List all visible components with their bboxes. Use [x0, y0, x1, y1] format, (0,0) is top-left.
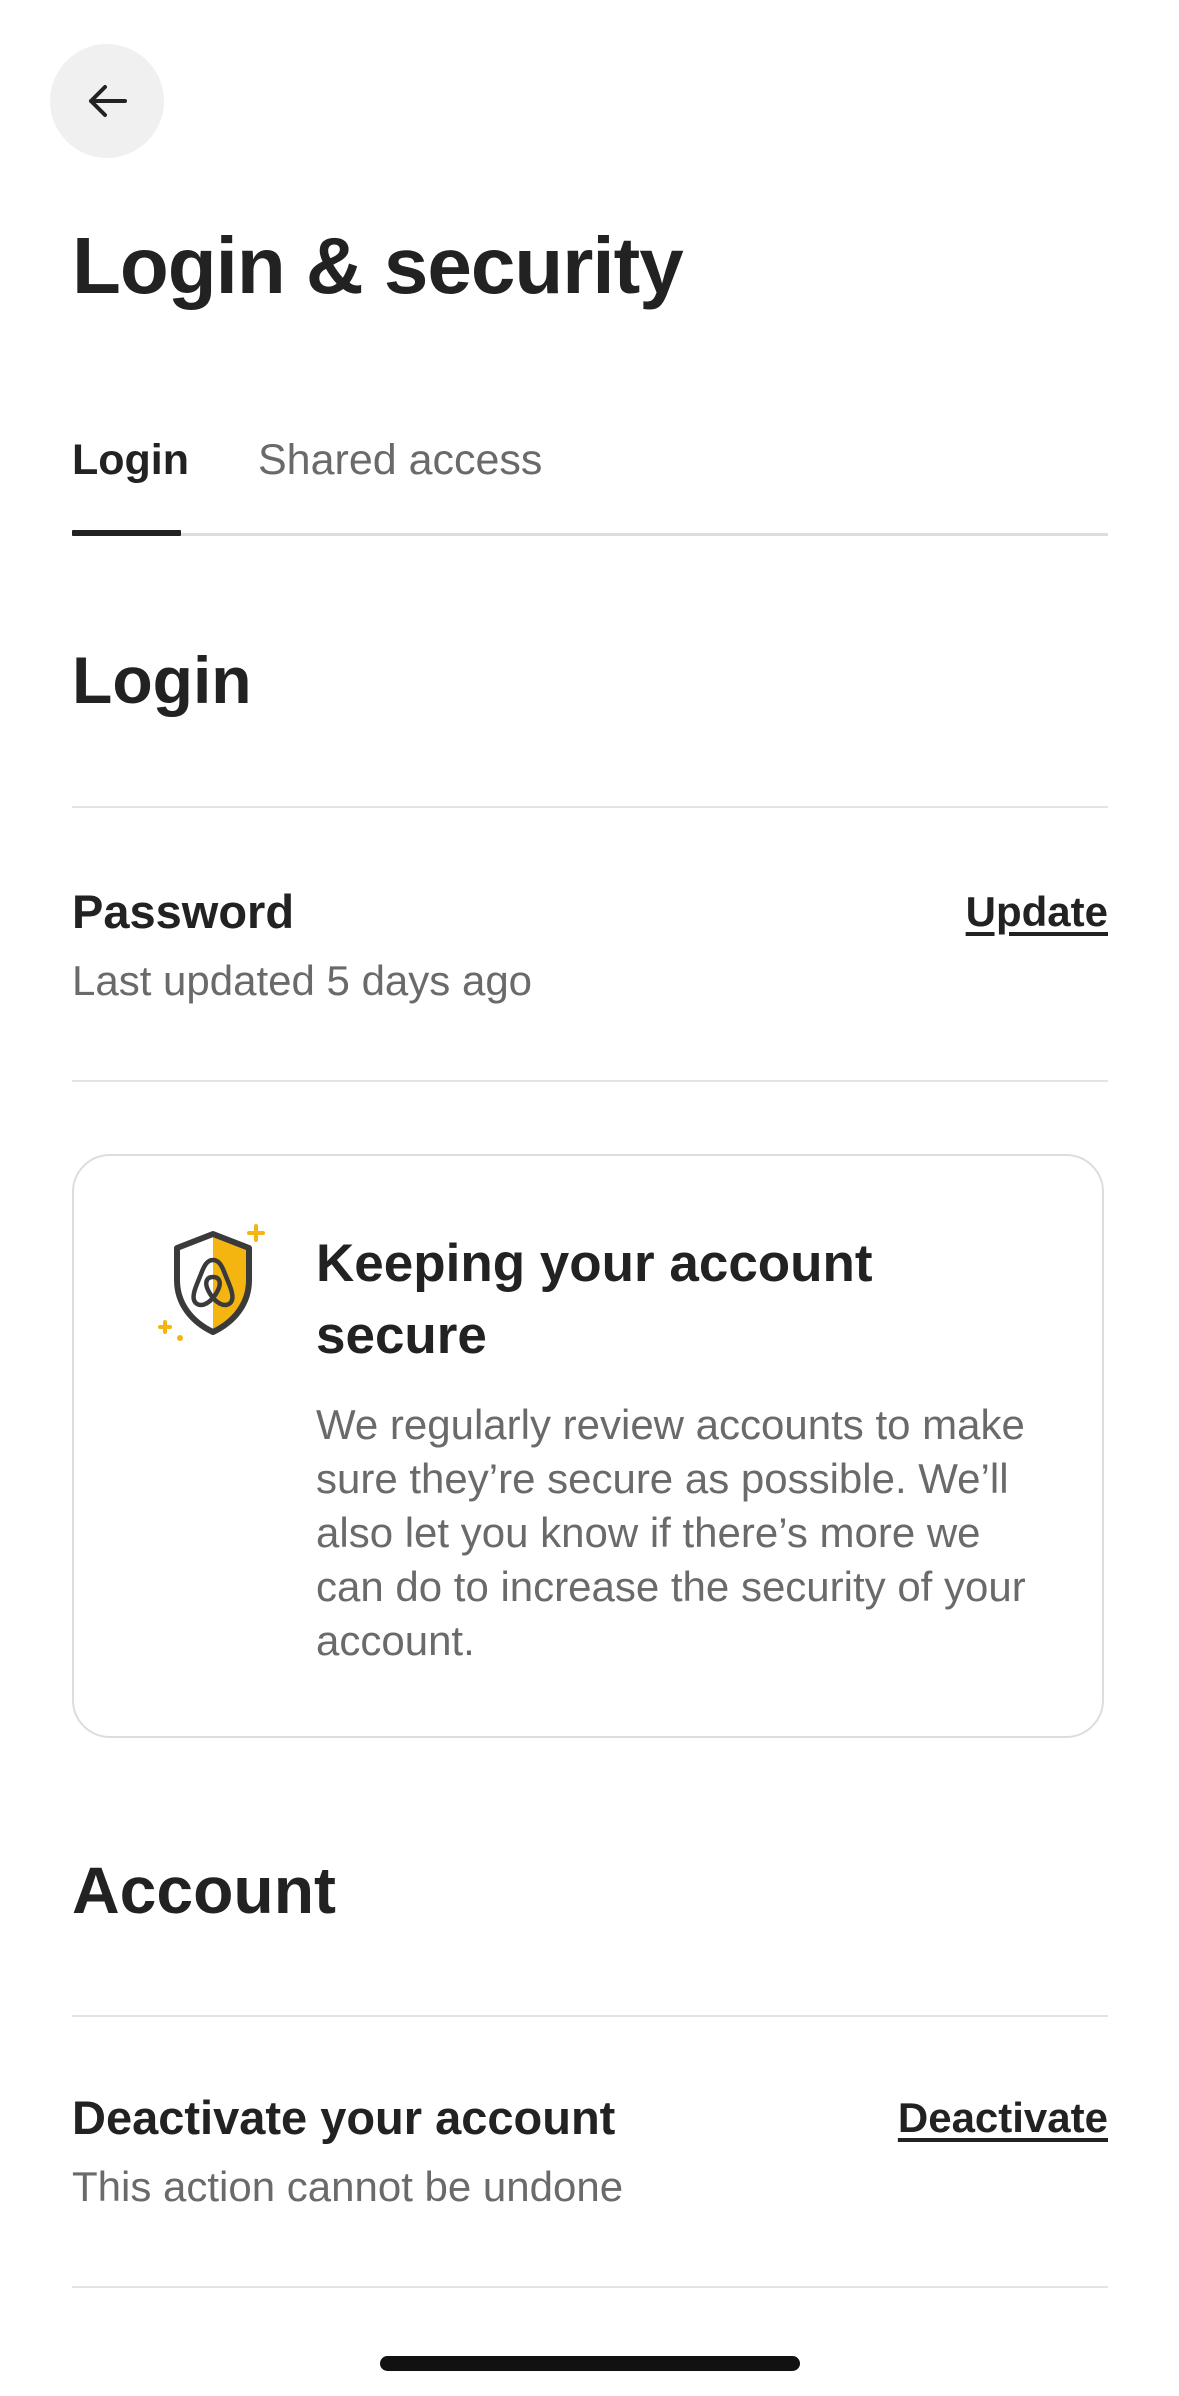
card-title: Keeping your account secure [316, 1234, 873, 1365]
deactivate-title: Deactivate your account [72, 2091, 616, 2144]
arrow-left-icon [89, 85, 127, 117]
home-indicator[interactable] [380, 2356, 800, 2371]
deactivate-subtitle: This action cannot be undone [72, 2163, 624, 2210]
divider [72, 2015, 1108, 2017]
update-password-link[interactable]: Update [966, 882, 1108, 942]
tab-shared-access[interactable]: Shared access [258, 420, 542, 500]
password-last-updated: Last updated 5 days ago [72, 957, 533, 1004]
card-body-text: We regularly review accounts to make sur… [316, 1401, 1026, 1664]
tab-bar: Login Shared access [72, 420, 1108, 536]
divider [72, 2286, 1108, 2288]
tab-login[interactable]: Login [72, 420, 189, 500]
shield-airbnb-icon [158, 1224, 265, 1341]
active-tab-indicator [72, 530, 181, 536]
login-section-title: Login [72, 643, 252, 717]
divider [72, 806, 1108, 808]
back-button[interactable] [50, 44, 164, 158]
security-info-card: Keeping your account secure We regularly… [72, 1154, 1104, 1738]
divider [72, 1080, 1108, 1082]
account-section-title: Account [72, 1853, 336, 1927]
password-title: Password [72, 885, 295, 938]
deactivate-link[interactable]: Deactivate [898, 2088, 1108, 2148]
page-title: Login & security [72, 221, 684, 310]
tab-bar-divider [72, 533, 1108, 536]
